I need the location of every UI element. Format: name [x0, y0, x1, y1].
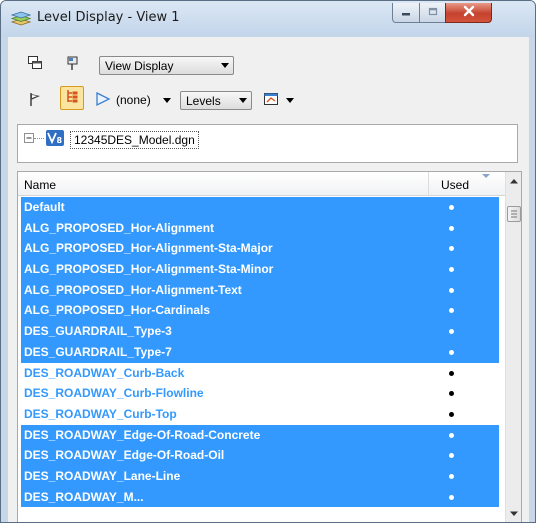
level-name: DES_ROADWAY_M... — [24, 489, 144, 504]
chevron-down-icon — [239, 98, 247, 103]
used-indicator-icon — [449, 225, 454, 231]
level-row[interactable]: DES_ROADWAY_Lane-Line — [21, 465, 499, 487]
used-indicator-icon — [449, 473, 454, 479]
grip-icon — [511, 210, 517, 218]
level-name: ALG_PROPOSED_Hor-Alignment-Sta-Minor — [24, 262, 274, 277]
scroll-thumb[interactable] — [507, 206, 521, 222]
minimize-icon — [401, 4, 411, 22]
tree-connector — [34, 138, 44, 139]
manager-chevron-down-icon[interactable] — [286, 98, 294, 103]
layers-icon — [10, 10, 32, 28]
used-indicator-icon — [449, 349, 454, 355]
sort-descending-icon — [482, 174, 490, 178]
model-tree: 8 12345DES_Model.dgn — [17, 124, 518, 163]
level-row[interactable]: DES_GUARDRAIL_Type-7 — [21, 341, 499, 363]
level-list: Name Used Default ALG_PROPOSED_Hor-Alignm… — [17, 171, 522, 522]
used-indicator-icon — [449, 329, 454, 335]
svg-text:8: 8 — [57, 136, 63, 145]
column-divider[interactable] — [428, 172, 429, 196]
level-display-window: Level Display - View 1 View Display (non… — [0, 0, 536, 523]
level-manager-icon[interactable] — [262, 90, 280, 108]
used-indicator-icon — [449, 308, 454, 314]
view-display-label: View Display — [105, 58, 174, 73]
level-name: DES_ROADWAY_Curb-Flowline — [24, 386, 204, 401]
used-indicator-icon — [449, 391, 454, 397]
window-title: Level Display - View 1 — [37, 10, 180, 25]
flag-icon[interactable] — [26, 90, 44, 108]
model-label[interactable]: 12345DES_Model.dgn — [70, 131, 199, 149]
level-row[interactable]: ALG_PROPOSED_Hor-Alignment-Sta-Minor — [21, 259, 499, 280]
level-row[interactable]: ALG_PROPOSED_Hor-Alignment — [21, 217, 499, 239]
view-display-dropdown[interactable]: View Display — [99, 56, 234, 75]
maximize-button[interactable] — [419, 3, 446, 23]
title-bar[interactable]: Level Display - View 1 — [1, 1, 535, 37]
level-row[interactable]: Default — [21, 197, 499, 218]
dgn-model-icon: 8 — [45, 129, 65, 147]
maximize-icon — [428, 4, 438, 22]
scroll-down-icon — [510, 511, 518, 516]
column-header-name[interactable]: Name — [24, 178, 56, 192]
used-indicator-icon — [449, 411, 454, 417]
scroll-down-button[interactable] — [506, 505, 521, 522]
used-indicator-icon — [449, 494, 454, 500]
levels-dropdown[interactable]: Levels — [180, 91, 252, 110]
level-name: DES_GUARDRAIL_Type-7 — [24, 344, 172, 359]
used-indicator-icon — [449, 287, 454, 293]
views-icon[interactable] — [26, 54, 44, 72]
level-rows: Default ALG_PROPOSED_Hor-Alignment ALG_PRO… — [18, 197, 505, 508]
level-name: DES_ROADWAY_Edge-Of-Road-Oil — [24, 448, 225, 463]
minimize-button[interactable] — [392, 3, 420, 23]
level-name: DES_GUARDRAIL_Type-3 — [24, 324, 172, 339]
collapse-toggle-icon[interactable] — [24, 133, 34, 143]
chevron-down-icon — [221, 63, 229, 68]
level-tree-icon — [64, 88, 80, 109]
level-row[interactable]: DES_ROADWAY_Curb-Back — [21, 362, 499, 384]
column-header-used[interactable]: Used — [441, 178, 469, 192]
used-indicator-icon — [449, 453, 454, 459]
level-name: Default — [24, 200, 65, 214]
dialog-body: View Display (none) Levels 8 12345DES_Mo… — [8, 37, 529, 522]
filter-chevron-down-icon[interactable] — [163, 98, 171, 103]
filter-icon[interactable] — [94, 90, 112, 108]
level-name: ALG_PROPOSED_Hor-Alignment-Text — [24, 282, 242, 297]
level-row[interactable]: DES_ROADWAY_Curb-Top — [21, 403, 499, 425]
used-indicator-icon — [449, 432, 454, 438]
level-name: DES_ROADWAY_Curb-Top — [24, 406, 177, 421]
toolbar-row-2: (none) Levels — [8, 86, 529, 116]
level-row[interactable]: ALG_PROPOSED_Hor-Alignment-Sta-Major — [21, 238, 499, 260]
level-name: DES_ROADWAY_Lane-Line — [24, 468, 181, 483]
used-indicator-icon — [449, 205, 454, 210]
level-name: ALG_PROPOSED_Hor-Alignment-Sta-Major — [24, 241, 273, 256]
level-row[interactable]: DES_ROADWAY_Edge-Of-Road-Oil — [21, 445, 499, 466]
levels-label: Levels — [186, 93, 221, 108]
level-row[interactable]: DES_ROADWAY_M... — [21, 486, 499, 508]
level-row[interactable]: ALG_PROPOSED_Hor-Cardinals — [21, 300, 499, 322]
list-header: Name Used — [18, 172, 521, 196]
level-row[interactable]: ALG_PROPOSED_Hor-Alignment-Text — [21, 279, 499, 301]
level-name: DES_ROADWAY_Edge-Of-Road-Concrete — [24, 427, 261, 442]
level-tree-toggle-button[interactable] — [60, 86, 84, 110]
level-name: DES_ROADWAY_Curb-Back — [24, 365, 185, 380]
close-icon — [462, 4, 476, 22]
pin-icon[interactable] — [64, 54, 82, 72]
used-indicator-icon — [449, 370, 454, 376]
used-indicator-icon — [449, 246, 454, 252]
level-name: ALG_PROPOSED_Hor-Cardinals — [24, 303, 211, 318]
level-row[interactable]: DES_ROADWAY_Edge-Of-Road-Concrete — [21, 424, 499, 446]
vertical-scrollbar[interactable] — [505, 172, 521, 522]
scroll-up-icon — [510, 178, 518, 183]
close-button[interactable] — [445, 3, 492, 23]
filter-label[interactable]: (none) — [116, 93, 151, 107]
level-row[interactable]: DES_ROADWAY_Curb-Flowline — [21, 383, 499, 404]
level-name: ALG_PROPOSED_Hor-Alignment — [24, 220, 215, 235]
level-row[interactable]: DES_GUARDRAIL_Type-3 — [21, 321, 499, 342]
toolbar-row-1: View Display — [8, 51, 529, 81]
scroll-up-button[interactable] — [506, 172, 521, 189]
used-indicator-icon — [449, 267, 454, 273]
